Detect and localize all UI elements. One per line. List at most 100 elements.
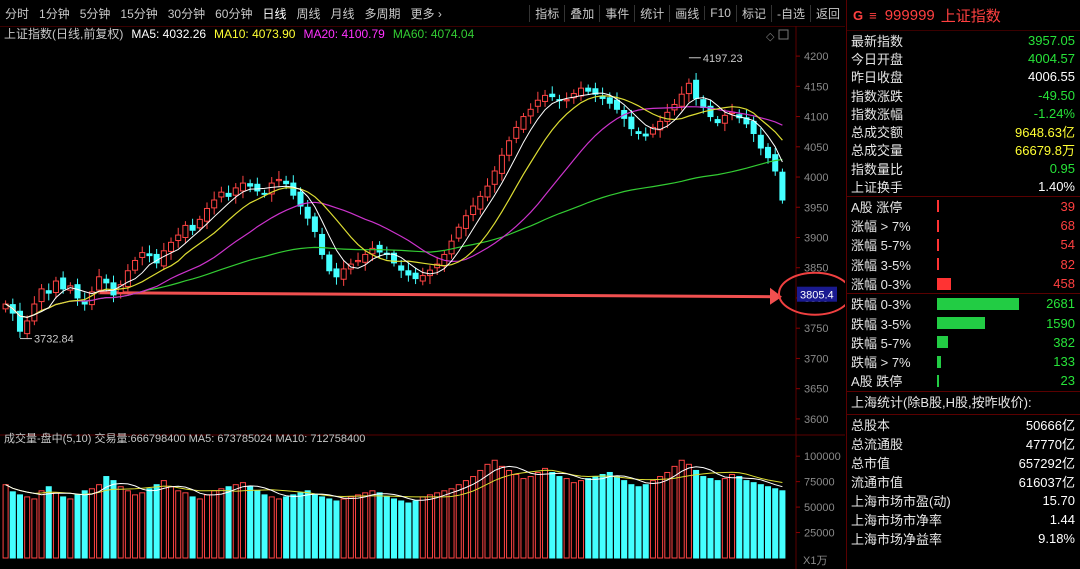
volume-bar [261, 494, 268, 559]
volume-bar [635, 486, 642, 559]
candlestick-chart[interactable]: 上证指数(日线,前复权) MA5: 4032.26 MA10: 4073.90 MA2… [0, 26, 845, 569]
tab-period-9[interactable]: 多周期 [360, 5, 406, 22]
quote-value: 66679.8万 [1015, 143, 1075, 159]
volume-tick-label: 50000 [804, 502, 835, 514]
quote-label: 上证换手 [851, 180, 904, 196]
breadth-value: 54 [1060, 237, 1075, 253]
tab-period-0[interactable]: 分时 [0, 5, 34, 22]
tab-period-3[interactable]: 15分钟 [115, 5, 162, 22]
breadth-label: 跌幅 5-7% [851, 335, 911, 351]
breadth-value: 1590 [1046, 315, 1075, 331]
volume-unit-label: X1万 [803, 555, 827, 567]
breadth-bar-fill [937, 336, 949, 349]
tool-button-5[interactable]: F10 [704, 6, 736, 20]
tool-button-3[interactable]: 统计 [634, 4, 669, 22]
volume-bar [110, 480, 117, 559]
quote-value: 9648.63亿 [1015, 125, 1075, 141]
volume-bar [268, 496, 275, 559]
breadth-row: 涨幅 5-7% 54 [847, 235, 1080, 254]
stats-label: 流通市值 [851, 474, 904, 490]
tool-button-2[interactable]: 事件 [599, 4, 634, 22]
volume-bar [218, 488, 225, 559]
volume-bar [182, 492, 189, 559]
ma10-line [5, 95, 783, 318]
quote-value: -1.24% [1033, 105, 1075, 121]
candle-body [577, 87, 585, 97]
volume-bar [74, 494, 81, 559]
volume-bar [714, 480, 721, 559]
tab-period-7[interactable]: 周线 [291, 5, 325, 22]
tool-button-7[interactable]: -自选 [770, 4, 810, 22]
volume-bar [628, 484, 635, 559]
volume-bar [462, 480, 469, 559]
tab-period-1[interactable]: 1分钟 [34, 5, 75, 22]
tab-period-10[interactable]: 更多 › [406, 5, 447, 22]
candle-body [484, 185, 491, 198]
breadth-value: 68 [1060, 218, 1075, 234]
volume-bar [484, 463, 491, 559]
menu-icon[interactable]: ≡ [869, 8, 877, 23]
candle-body [534, 99, 541, 107]
volume-bar [146, 488, 153, 559]
candle-body [311, 216, 318, 232]
tool-button-0[interactable]: 指标 [529, 4, 564, 22]
breadth-label: 涨幅 3-5% [851, 257, 911, 273]
volume-bar [153, 484, 160, 559]
price-tick-label: 4050 [804, 142, 828, 154]
ma5-line [5, 92, 783, 318]
volume-bar [390, 498, 398, 559]
breadth-up-panel: A股 涨停 39 涨幅 > 7% 68 涨幅 5-7% 54 涨幅 3-5% 82 涨幅 0-3… [847, 195, 1080, 293]
breadth-row: 涨幅 3-5% 82 [847, 255, 1080, 274]
volume-bar [297, 492, 304, 559]
candle-body [628, 116, 635, 130]
volume-bar [671, 465, 678, 559]
tab-period-2[interactable]: 5分钟 [75, 5, 116, 22]
volume-bar [606, 471, 613, 559]
candle-body [520, 116, 527, 130]
volume-bar [549, 471, 556, 559]
breadth-bar [937, 355, 1029, 368]
candle-body [498, 154, 505, 174]
breadth-bar-fill [937, 317, 986, 330]
tool-button-6[interactable]: 标记 [735, 4, 771, 22]
tab-period-5[interactable]: 60分钟 [210, 5, 257, 22]
candle-body [527, 108, 534, 117]
volume-bar [419, 496, 426, 559]
volume-bar [81, 490, 88, 559]
stats-value: 657292亿 [1018, 455, 1075, 471]
tab-period-6[interactable]: 日线 [257, 5, 291, 22]
candle-body [750, 120, 757, 134]
candle-body [613, 99, 620, 110]
candles-group [2, 73, 786, 340]
breadth-value: 82 [1060, 256, 1075, 272]
tool-button-4[interactable]: 画线 [669, 4, 704, 22]
tool-button-8[interactable]: 返回 [809, 4, 845, 22]
volume-bar [441, 490, 448, 559]
price-tick-label: 3900 [804, 233, 828, 245]
tool-button-1[interactable]: 叠加 [564, 4, 599, 22]
candle-body [700, 99, 707, 108]
volume-bar [24, 496, 31, 559]
high-label: 4197.23 [703, 53, 743, 65]
candle-body [563, 99, 570, 102]
candle-body [340, 268, 347, 280]
breadth-bar-fill [937, 200, 939, 213]
tab-period-8[interactable]: 月线 [326, 5, 360, 22]
candle-body [491, 170, 498, 185]
stats-value: 47770亿 [1025, 436, 1075, 452]
candle-body [103, 278, 110, 284]
breadth-row: 跌幅 > 7% 133 [847, 352, 1080, 371]
quote-row: 上证换手 1.40% [847, 177, 1080, 195]
quote-row: 今日开盘 4004.57 [847, 49, 1080, 67]
volume-bar [124, 490, 131, 559]
candle-body [772, 154, 779, 172]
quote-label: 指数涨跌 [851, 88, 904, 104]
price-tick-label: 4100 [804, 112, 828, 124]
diamond-icon: ◇ [766, 31, 775, 43]
candle-body [283, 180, 290, 185]
volume-bar [405, 502, 412, 559]
volume-bar [232, 484, 239, 559]
candle-body [585, 87, 592, 92]
tab-period-4[interactable]: 30分钟 [163, 5, 210, 22]
candle-body [160, 250, 167, 267]
